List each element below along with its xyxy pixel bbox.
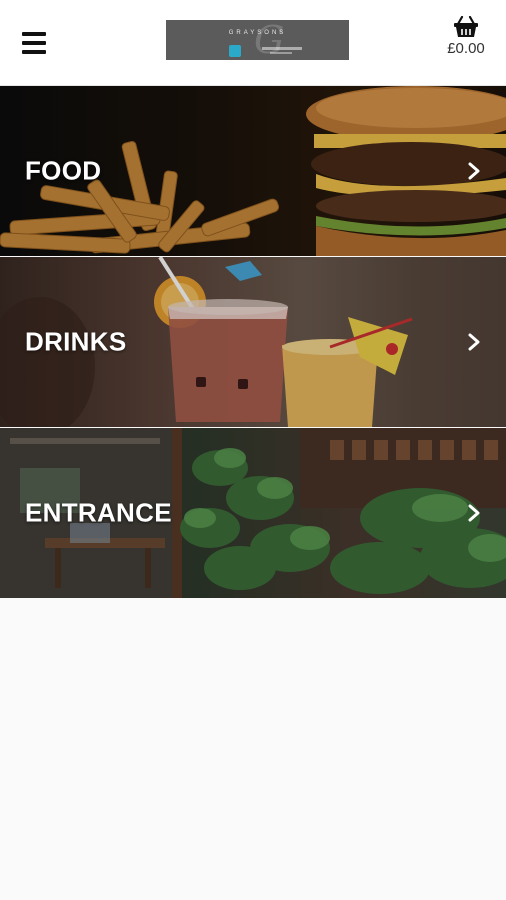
- logo-badge-icon: [229, 45, 241, 57]
- basket-icon: [454, 16, 478, 37]
- brand-logo[interactable]: G GRAYSONS: [166, 20, 349, 60]
- logo-wordmark: GRAYSONS: [228, 30, 287, 36]
- app-header: G GRAYSONS £0.00: [0, 0, 506, 86]
- logo-subline: [262, 47, 302, 50]
- logo-subline: [270, 52, 292, 54]
- chevron-right-icon: [468, 504, 480, 522]
- menu-bar: [22, 41, 46, 45]
- menu-bar: [22, 50, 46, 54]
- chevron-right-icon: [468, 162, 480, 180]
- logo-monogram: G: [254, 20, 285, 60]
- category-label: ENTRANCE: [25, 497, 172, 528]
- hamburger-menu-icon[interactable]: [18, 28, 48, 58]
- menu-bar: [22, 32, 46, 36]
- basket-total: £0.00: [447, 40, 485, 57]
- category-label: FOOD: [25, 155, 102, 186]
- chevron-right-icon: [468, 333, 480, 351]
- category-tile-entrance[interactable]: ENTRANCE: [0, 428, 506, 598]
- category-list: FOOD DRINKS ENTRANCE: [0, 86, 506, 599]
- category-tile-food[interactable]: FOOD: [0, 86, 506, 256]
- category-label: DRINKS: [25, 326, 127, 357]
- app-screen: G GRAYSONS £0.00 FOOD DRINKS ENTRANCE: [0, 0, 506, 900]
- basket-button[interactable]: £0.00: [440, 16, 492, 68]
- category-tile-drinks[interactable]: DRINKS: [0, 257, 506, 427]
